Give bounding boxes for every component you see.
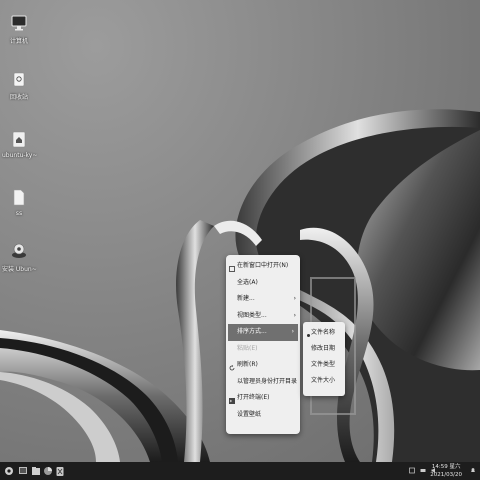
sort-submenu: 文件名称 修改日期 文件类型 文件大小 [303, 322, 345, 396]
desktop-icon-trash[interactable]: 回收站 [2, 70, 36, 101]
desktop-icon-computer[interactable]: 计算机 [2, 14, 36, 45]
desktop-context-menu: 在新窗口中打开(N) 全选(A) 新建... › 视图类型... › 排序方式.… [226, 255, 300, 434]
menu-item-label: 在新窗口中打开(N) [237, 262, 289, 269]
menu-item-view-type[interactable]: 视图类型... › [226, 308, 300, 325]
desktop-icon-label: ubuntu-ky~ [2, 152, 38, 159]
clock[interactable]: 14:59 星六 2021/03/20 [430, 463, 462, 479]
menu-item-label: 文件大小 [311, 377, 336, 384]
desktop-icon-label: 安装 Ubun~ [2, 266, 37, 273]
desktop-icon-installer[interactable]: 安装 Ubun~ [2, 242, 37, 273]
desktop-icon-label: 计算机 [9, 38, 28, 45]
browser-button[interactable] [43, 465, 53, 477]
sort-option-name[interactable]: 文件名称 [303, 325, 345, 341]
desktop[interactable]: 计算机 回收站 ubuntu-ky~ ss 安装 Ubun~ 在新窗口中打开(N… [0, 0, 480, 462]
desktop-icon-label: 回收站 [9, 94, 28, 101]
installer-icon [10, 242, 28, 260]
menu-item-label: 设置壁纸 [237, 410, 262, 418]
menu-item-paste: 粘贴(E) [226, 341, 300, 358]
app-store-button[interactable] [55, 465, 65, 477]
menu-item-label: 粘贴(E) [237, 344, 258, 352]
network-icon[interactable] [420, 467, 426, 474]
start-menu-button[interactable] [4, 465, 14, 477]
taskbar: 14:59 星六 2021/03/20 [0, 462, 480, 480]
refresh-icon [229, 362, 235, 371]
selected-bullet-icon [307, 334, 310, 337]
menu-item-label: 以管理员身份打开目录 [237, 377, 298, 385]
input-method-icon[interactable] [409, 467, 415, 474]
menu-item-open-new-window[interactable]: 在新窗口中打开(N) [226, 258, 300, 275]
show-desktop-button[interactable] [18, 465, 28, 477]
open-window-icon [229, 263, 235, 272]
menu-item-set-wallpaper[interactable]: 设置壁纸 [226, 407, 300, 424]
sort-option-modified-date[interactable]: 修改日期 [303, 341, 345, 357]
file-icon [10, 188, 28, 206]
menu-item-label: 修改日期 [311, 345, 336, 352]
menu-item-label: 文件名称 [311, 329, 336, 336]
sort-option-size[interactable]: 文件大小 [303, 373, 345, 389]
terminal-icon [229, 395, 235, 404]
sort-option-type[interactable]: 文件类型 [303, 357, 345, 373]
menu-item-open-terminal[interactable]: 打开终端(E) [226, 390, 300, 407]
file-manager-button[interactable] [31, 465, 41, 477]
menu-item-label: 刷新(R) [237, 361, 258, 368]
desktop-icon-label: ss [15, 210, 23, 217]
notification-icon[interactable] [470, 467, 476, 474]
trash-icon [10, 70, 28, 88]
menu-item-sort-by[interactable]: 排序方式... › [228, 324, 298, 341]
clock-date: 2021/03/20 [430, 472, 462, 478]
chevron-right-icon: › [291, 328, 294, 335]
menu-item-label: 文件类型 [311, 361, 336, 368]
menu-item-refresh[interactable]: 刷新(R) [226, 357, 300, 374]
computer-icon [10, 14, 28, 32]
desktop-icon-file[interactable]: ss [2, 188, 36, 217]
menu-item-select-all[interactable]: 全选(A) [226, 275, 300, 292]
menu-item-label: 打开终端(E) [237, 394, 270, 401]
home-folder-icon [10, 130, 28, 148]
menu-item-open-as-admin[interactable]: 以管理员身份打开目录 [226, 374, 300, 391]
menu-item-new[interactable]: 新建... › [226, 291, 300, 308]
clock-time: 14:59 星六 [431, 464, 461, 470]
desktop-icon-home[interactable]: ubuntu-ky~ [2, 130, 38, 159]
menu-item-label: 新建... [237, 295, 255, 302]
chevron-right-icon: › [293, 295, 296, 302]
menu-item-label: 排序方式... [237, 328, 267, 335]
menu-item-label: 视图类型... [237, 311, 267, 319]
menu-item-label: 全选(A) [237, 278, 258, 286]
chevron-right-icon: › [293, 311, 296, 319]
